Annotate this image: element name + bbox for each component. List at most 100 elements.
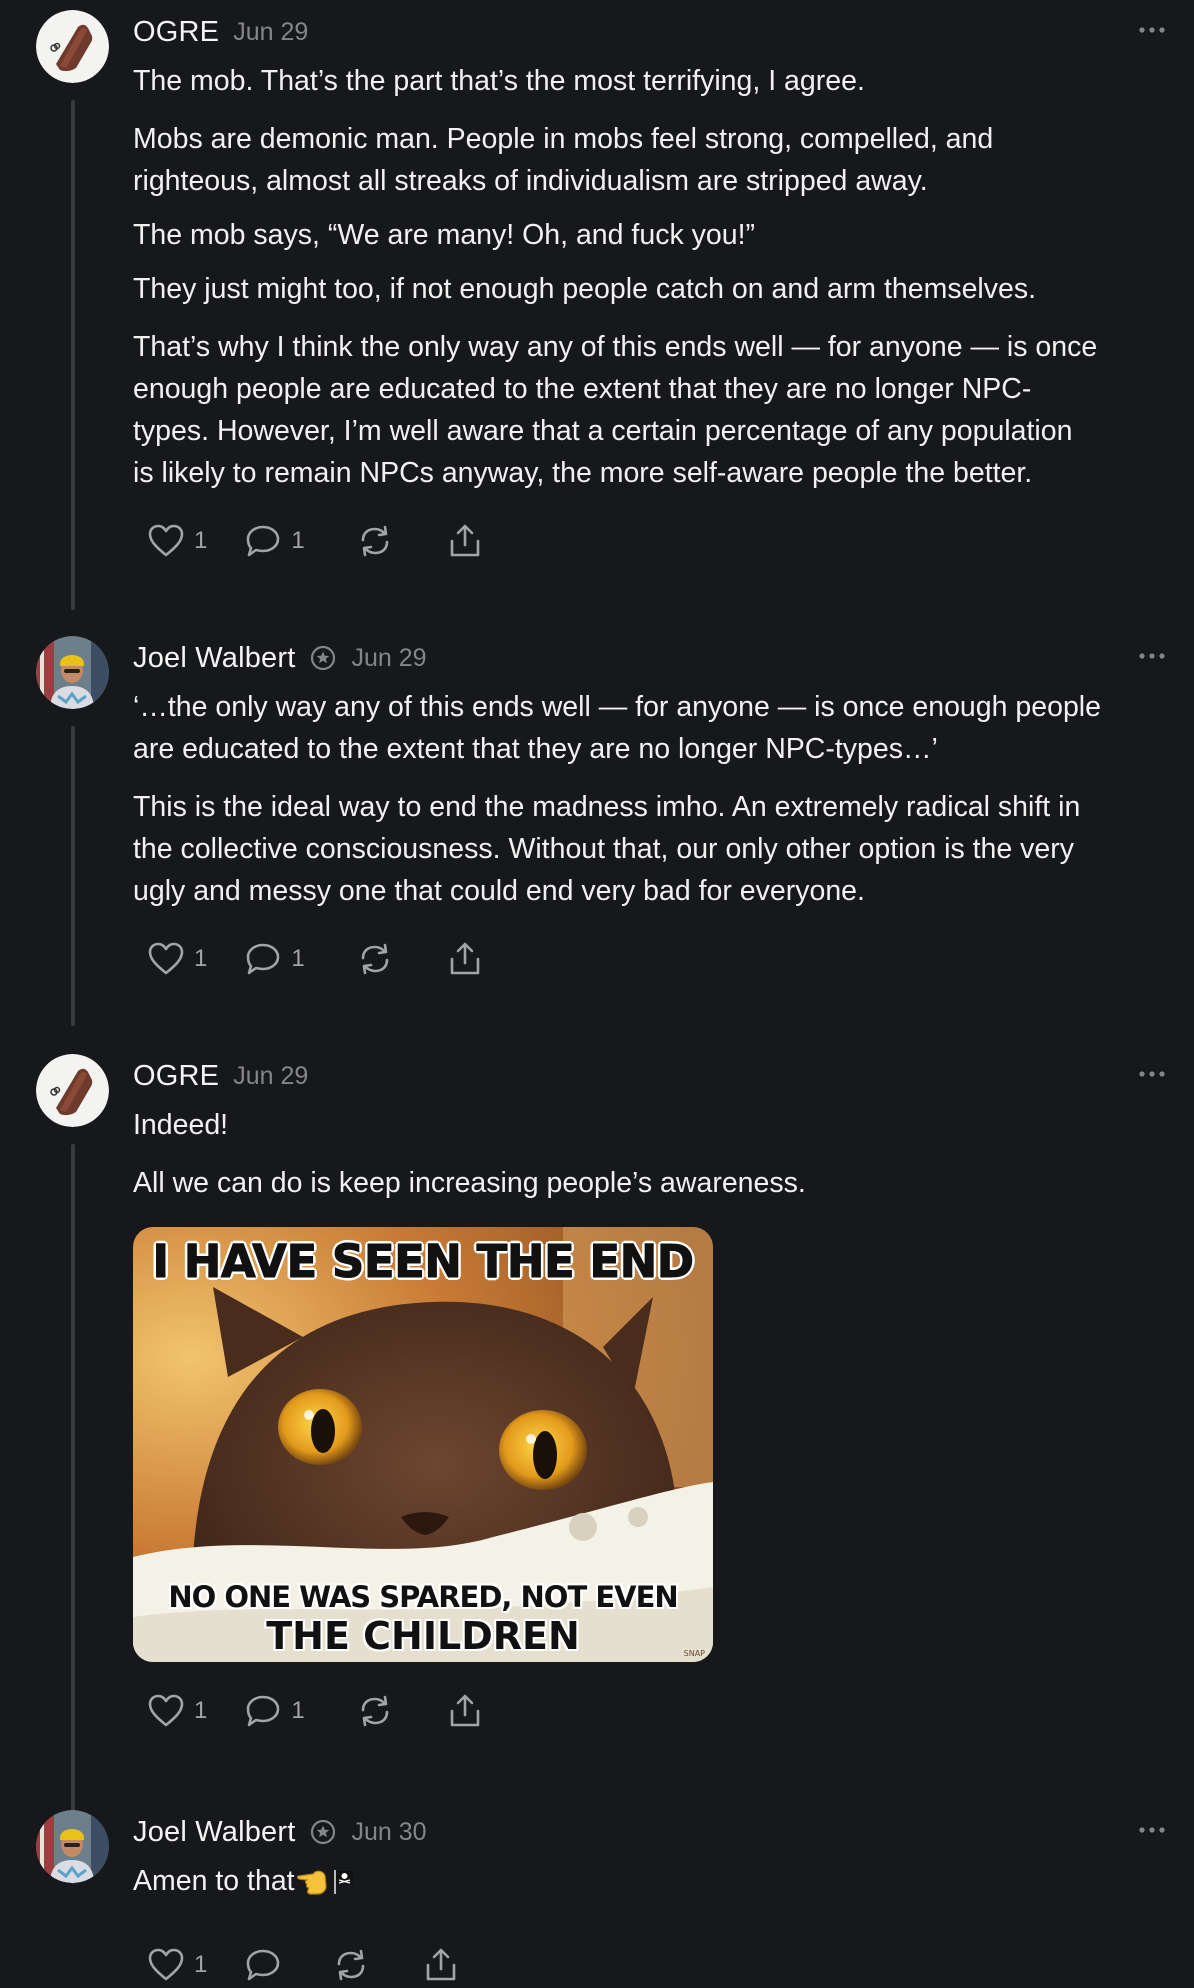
paragraph-line: Mobs are demonic man. People in mobs fee… xyxy=(133,123,994,155)
meme-watermark: SNAP xyxy=(683,1649,705,1658)
thread-connector xyxy=(71,100,75,610)
paragraph-line: The mob. That’s the part that’s the most… xyxy=(133,65,865,97)
like-button[interactable]: 1 xyxy=(148,1948,207,1982)
post-text: Amen to that xyxy=(133,1865,295,1897)
more-options-icon[interactable] xyxy=(1138,1820,1166,1840)
comment-count: 1 xyxy=(291,1697,305,1724)
pirate-flag-emoji-icon xyxy=(333,1870,353,1894)
paragraph-line: the collective consciousness. Without th… xyxy=(133,833,1074,865)
paragraph-line: is likely to remain NPCs anyway, the mor… xyxy=(133,457,1033,489)
heart-icon xyxy=(148,1694,184,1727)
repost-icon xyxy=(361,525,389,557)
repost-icon xyxy=(361,943,389,975)
repost-button[interactable] xyxy=(357,942,393,976)
avatar[interactable] xyxy=(36,10,109,83)
like-button[interactable]: 1 xyxy=(148,942,207,976)
pointing-left-emoji-icon xyxy=(296,1870,327,1895)
post-body: ‘…the only way any of this ends well — f… xyxy=(133,686,1173,912)
avatar[interactable] xyxy=(36,1054,109,1127)
paragraph-line: types. However, I’m well aware that a ce… xyxy=(133,415,1073,447)
meme-top-caption: I HAVE SEEN THE END xyxy=(152,1235,695,1289)
meme-bottom-caption-1: NO ONE WAS SPARED, NOT EVEN xyxy=(168,1580,678,1614)
comment-button[interactable]: 1 xyxy=(245,942,305,976)
post-actions: 1 1 xyxy=(148,939,483,979)
comment-button[interactable]: 1 xyxy=(245,1694,305,1728)
heart-icon xyxy=(148,1948,184,1981)
avatar[interactable] xyxy=(36,1810,109,1883)
post-date[interactable]: Jun 29 xyxy=(233,18,308,47)
comment-icon xyxy=(247,1949,280,1981)
meme-bottom-caption-2: THE CHILDREN xyxy=(266,1614,580,1658)
comment-count: 1 xyxy=(291,527,305,554)
paragraph-line: They just might too, if not enough peopl… xyxy=(133,273,1037,305)
post-header: Joel Walbert Jun 29 xyxy=(133,638,427,678)
comment-count: 1 xyxy=(291,945,305,972)
post-body: The mob. That’s the part that’s the most… xyxy=(133,60,1173,494)
comment-icon xyxy=(247,943,280,975)
share-button[interactable] xyxy=(447,523,483,559)
thread-connector xyxy=(71,726,75,1026)
post-joel-1: Joel Walbert Jun 29 ‘…the only way any o… xyxy=(0,626,1194,1036)
author-name[interactable]: OGRE xyxy=(133,16,219,49)
post-date[interactable]: Jun 29 xyxy=(233,1062,308,1091)
author-name[interactable]: Joel Walbert xyxy=(133,1816,296,1849)
post-joel-2: Joel Walbert Jun 30 Amen to that 1 xyxy=(0,1800,1194,1988)
post-actions: 1 xyxy=(148,1945,459,1985)
paragraph-line: enough people are educated to the extent… xyxy=(133,373,1032,405)
paragraph-line: ugly and messy one that could end very b… xyxy=(133,875,865,907)
comment-icon xyxy=(247,1695,280,1727)
like-count: 1 xyxy=(194,527,208,554)
comment-icon xyxy=(247,525,280,557)
heart-icon xyxy=(148,942,184,975)
post-header: OGRE Jun 29 xyxy=(133,12,308,52)
more-options-icon[interactable] xyxy=(1138,1064,1166,1084)
post-body: Indeed! All we can do is keep increasing… xyxy=(133,1104,1173,1204)
meme-image[interactable]: I HAVE SEEN THE END NO ONE WAS SPARED, N… xyxy=(133,1227,713,1662)
comment-button[interactable] xyxy=(245,1948,281,1982)
share-icon xyxy=(427,1948,456,1981)
verified-badge-icon xyxy=(310,645,335,671)
post-date[interactable]: Jun 30 xyxy=(352,1818,427,1847)
repost-button[interactable] xyxy=(333,1948,369,1982)
share-icon xyxy=(450,1694,480,1727)
like-count: 1 xyxy=(194,1951,208,1978)
like-count: 1 xyxy=(194,945,208,972)
more-options-icon[interactable] xyxy=(1138,646,1166,666)
paragraph-line: All we can do is keep increasing people’… xyxy=(133,1167,806,1199)
paragraph-line: Amen to that xyxy=(133,1860,1173,1902)
like-button[interactable]: 1 xyxy=(148,524,207,558)
ogre-avatar-image xyxy=(36,10,109,83)
reply-thread: OGRE Jun 29 The mob. That’s the part tha… xyxy=(0,0,1194,1988)
heart-icon xyxy=(148,524,184,557)
like-button[interactable]: 1 xyxy=(148,1694,207,1728)
author-name[interactable]: Joel Walbert xyxy=(133,642,296,675)
paragraph-line: Indeed! xyxy=(133,1109,229,1141)
post-date[interactable]: Jun 29 xyxy=(352,644,427,673)
comment-button[interactable]: 1 xyxy=(245,524,305,558)
like-count: 1 xyxy=(194,1697,208,1724)
paragraph-line: The mob says, “We are many! Oh, and fuck… xyxy=(133,219,755,251)
repost-icon xyxy=(361,1695,389,1727)
verified-badge-icon xyxy=(310,1819,335,1845)
joel-avatar-image xyxy=(36,636,109,709)
share-button[interactable] xyxy=(423,1947,459,1983)
repost-button[interactable] xyxy=(357,524,393,558)
avatar[interactable] xyxy=(36,636,109,709)
share-icon xyxy=(450,942,480,975)
repost-icon xyxy=(338,1949,365,1981)
paragraph-line: ‘…the only way any of this ends well — f… xyxy=(133,691,1101,723)
post-actions: 1 1 xyxy=(148,521,483,561)
paragraph-line: That’s why I think the only way any of t… xyxy=(133,331,1098,363)
post-actions: 1 1 xyxy=(148,1691,483,1731)
share-button[interactable] xyxy=(447,941,483,977)
post-ogre-1: OGRE Jun 29 The mob. That’s the part tha… xyxy=(0,0,1194,620)
repost-button[interactable] xyxy=(357,1694,393,1728)
share-button[interactable] xyxy=(447,1693,483,1729)
ogre-avatar-image xyxy=(36,1054,109,1127)
more-options-icon[interactable] xyxy=(1138,20,1166,40)
thread-connector xyxy=(71,1144,75,1884)
post-body: Amen to that xyxy=(133,1860,1173,1902)
post-header: Joel Walbert Jun 30 xyxy=(133,1812,427,1852)
author-name[interactable]: OGRE xyxy=(133,1060,219,1093)
share-icon xyxy=(450,524,480,557)
